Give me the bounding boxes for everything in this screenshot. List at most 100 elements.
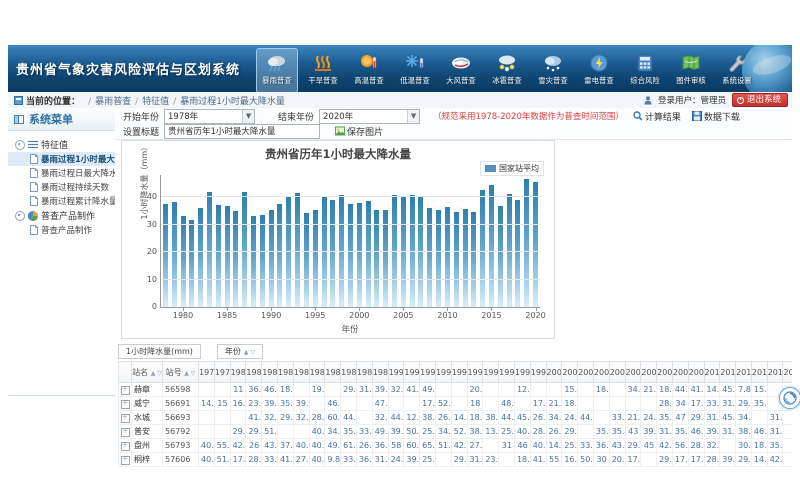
- year-header-2008[interactable]: 2008: [672, 362, 688, 383]
- bar-1985[interactable]: [225, 206, 230, 307]
- save-image-button[interactable]: 保存图片: [335, 125, 383, 138]
- year-header-1982[interactable]: 1982: [262, 362, 278, 383]
- nav-item-settings[interactable]: 系统设置: [716, 48, 758, 93]
- nav-item-high-temp[interactable]: 高温普查: [348, 48, 390, 93]
- year-header-2014[interactable]: 2014: [767, 362, 783, 383]
- bar-2015[interactable]: [489, 185, 494, 307]
- row-expand-icon[interactable]: +: [121, 456, 130, 465]
- sidebar-item[interactable]: 暴雨过程持续天数: [8, 180, 115, 194]
- bar-2011[interactable]: [454, 212, 459, 307]
- bar-2018[interactable]: [515, 200, 520, 307]
- year-header-1979[interactable]: 1979: [214, 362, 230, 383]
- bar-1996[interactable]: [322, 197, 327, 307]
- year-header-2001[interactable]: 2001: [562, 362, 578, 383]
- bar-2001[interactable]: [366, 201, 371, 307]
- year-sort-chip[interactable]: 年份▲ ▽: [217, 344, 263, 359]
- year-header-1981[interactable]: 1981: [246, 362, 262, 383]
- nav-item-map-review[interactable]: 图件审核: [670, 48, 712, 93]
- row-expand-icon[interactable]: +: [121, 386, 130, 395]
- start-year-select[interactable]: 1978年 ▼: [164, 109, 255, 124]
- nav-item-low-temp[interactable]: 低温普查: [394, 48, 436, 93]
- row-expand-icon[interactable]: +: [121, 428, 130, 437]
- expander-icon[interactable]: [15, 211, 25, 221]
- year-header-1989[interactable]: 1989: [372, 362, 388, 383]
- nav-item-wind[interactable]: 大风普查: [440, 48, 482, 93]
- bar-1990[interactable]: [269, 210, 274, 307]
- end-year-select[interactable]: 2020年 ▼: [319, 109, 420, 124]
- nav-item-rainstorm[interactable]: 暴雨普查: [256, 48, 298, 93]
- bar-1993[interactable]: [295, 193, 300, 307]
- year-header-1993[interactable]: 1993: [435, 362, 451, 383]
- bar-2014[interactable]: [480, 190, 485, 307]
- station-id-header[interactable]: 站号 ▲ ▽: [163, 362, 199, 383]
- year-header-2012[interactable]: 2012: [736, 362, 752, 383]
- bar-2013[interactable]: [471, 212, 476, 307]
- bar-1991[interactable]: [277, 204, 282, 307]
- nav-item-hail[interactable]: 冰雹普查: [486, 48, 528, 93]
- bar-1979[interactable]: [172, 202, 177, 307]
- year-header-2011[interactable]: 2011: [720, 362, 736, 383]
- year-header-1995[interactable]: 1995: [467, 362, 483, 383]
- floating-tool-button[interactable]: [779, 387, 800, 409]
- chart-legend[interactable]: 国家站平均: [480, 161, 544, 176]
- year-header-1997[interactable]: 1997: [499, 362, 515, 383]
- row-expand-icon[interactable]: +: [121, 400, 130, 409]
- bar-1980[interactable]: [181, 216, 186, 307]
- year-header-2000[interactable]: 2000: [546, 362, 562, 383]
- value-type-chip[interactable]: 1小时降水量(mm): [118, 344, 201, 359]
- bar-1986[interactable]: [233, 211, 238, 307]
- bar-1981[interactable]: [189, 220, 194, 307]
- year-header-1996[interactable]: 1996: [483, 362, 499, 383]
- bar-1989[interactable]: [260, 215, 265, 307]
- bar-1978[interactable]: [163, 204, 168, 307]
- row-expand-icon[interactable]: +: [121, 442, 130, 451]
- year-header-2006[interactable]: 2006: [641, 362, 657, 383]
- year-header-1984[interactable]: 1984: [293, 362, 309, 383]
- bar-1987[interactable]: [242, 192, 247, 307]
- breadcrumb-item[interactable]: 暴雨过程1小时最大降水量: [180, 97, 285, 107]
- year-header-1990[interactable]: 1990: [388, 362, 404, 383]
- year-header-1986[interactable]: 1986: [325, 362, 341, 383]
- bar-2020[interactable]: [533, 182, 538, 307]
- bar-2016[interactable]: [498, 206, 503, 307]
- calculate-button[interactable]: 计算结果: [633, 110, 681, 123]
- bar-2019[interactable]: [524, 179, 529, 307]
- year-header-1987[interactable]: 1987: [341, 362, 357, 383]
- year-header-1978[interactable]: 1978: [199, 362, 215, 383]
- year-header-2003[interactable]: 2003: [593, 362, 609, 383]
- year-header-2002[interactable]: 2002: [578, 362, 594, 383]
- year-header-1985[interactable]: 1985: [309, 362, 325, 383]
- year-header-1994[interactable]: 1994: [451, 362, 467, 383]
- bar-1995[interactable]: [313, 210, 318, 307]
- nav-item-lightning[interactable]: 雷电普查: [578, 48, 620, 93]
- sidebar-group-特征值[interactable]: 特征值: [8, 137, 115, 152]
- year-header-1999[interactable]: 1999: [530, 362, 546, 383]
- year-header-2015[interactable]: 2015: [783, 362, 792, 383]
- year-header-1998[interactable]: 1998: [514, 362, 530, 383]
- year-header-1980[interactable]: 1980: [230, 362, 246, 383]
- year-header-1992[interactable]: 1992: [420, 362, 436, 383]
- year-header-2005[interactable]: 2005: [625, 362, 641, 383]
- sidebar-item[interactable]: 暴雨过程1小时最大降水量: [8, 152, 115, 166]
- chart-title-input[interactable]: [164, 124, 320, 139]
- year-header-1983[interactable]: 1983: [277, 362, 293, 383]
- row-expand-icon[interactable]: +: [121, 414, 130, 423]
- nav-item-drought[interactable]: 干旱普查: [302, 48, 344, 93]
- station-name-header[interactable]: 站名 ▲ ▽: [132, 362, 163, 383]
- sidebar-group-普查产品制作[interactable]: 普查产品制作: [8, 208, 115, 223]
- bar-1984[interactable]: [216, 205, 221, 307]
- year-header-1991[interactable]: 1991: [404, 362, 420, 383]
- bar-2010[interactable]: [445, 207, 450, 307]
- nav-item-snow[interactable]: 雪灾普查: [532, 48, 574, 93]
- nav-item-composite-risk[interactable]: 综合风险: [624, 48, 666, 93]
- bar-1983[interactable]: [207, 192, 212, 307]
- year-header-2007[interactable]: 2007: [657, 362, 673, 383]
- sidebar-item[interactable]: 暴雨过程日最大降水量: [8, 166, 115, 180]
- bar-1999[interactable]: [348, 204, 353, 307]
- download-button[interactable]: 数据下载: [692, 110, 740, 123]
- year-header-2004[interactable]: 2004: [609, 362, 625, 383]
- sidebar-item[interactable]: 暴雨过程累计降水量: [8, 194, 115, 208]
- bar-2000[interactable]: [357, 203, 362, 307]
- bar-1988[interactable]: [251, 216, 256, 307]
- sidebar-item[interactable]: 普查产品制作: [8, 223, 115, 237]
